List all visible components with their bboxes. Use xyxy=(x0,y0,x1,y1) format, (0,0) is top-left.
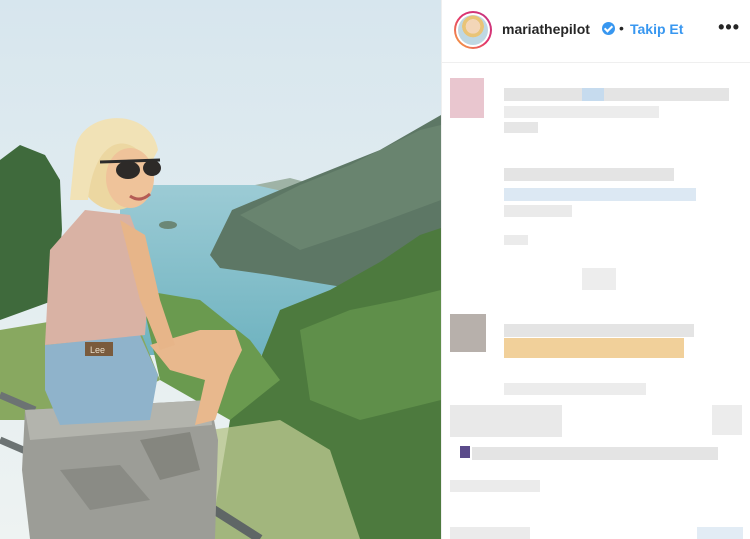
photo-illustration: Lee xyxy=(0,0,441,539)
follow-button[interactable]: Takip Et xyxy=(630,21,683,37)
comment-text-blur xyxy=(504,338,684,358)
lee-label: Lee xyxy=(90,345,105,355)
comment-avatar xyxy=(460,446,470,458)
comment-text-blur xyxy=(504,383,646,395)
comment-text-blur xyxy=(504,324,694,337)
comment-text-blur xyxy=(504,168,674,181)
comment-text-blur xyxy=(472,447,718,460)
post-sidebar: mariathepilot • Takip Et ••• xyxy=(441,0,750,539)
post-header: mariathepilot • Takip Et ••• xyxy=(442,0,750,63)
comment-text-blur xyxy=(504,122,538,133)
comment-text-blur xyxy=(504,205,572,217)
verified-badge-icon xyxy=(602,22,615,35)
comment-text-blur xyxy=(450,480,540,492)
comment-text-blur xyxy=(450,527,530,539)
comment-avatar xyxy=(450,314,486,352)
comment-text-blur xyxy=(582,88,604,101)
comment-text-blur xyxy=(712,405,742,435)
instagram-post: Lee mariathepilot • Takip Et ••• xyxy=(0,0,750,539)
comment-avatar xyxy=(450,78,484,118)
load-more-blur xyxy=(582,268,616,290)
header-separator: • xyxy=(619,20,624,36)
post-photo[interactable]: Lee xyxy=(0,0,441,539)
avatar-ring-inner xyxy=(456,13,490,47)
comment-text-blur xyxy=(450,405,562,437)
comment-text-blur xyxy=(504,88,729,101)
comment-text-blur xyxy=(504,235,528,245)
comment-text-blur xyxy=(504,106,659,118)
username-link[interactable]: mariathepilot xyxy=(502,21,590,37)
comment-text-blur xyxy=(504,188,696,201)
more-options-icon[interactable]: ••• xyxy=(718,17,740,38)
avatar[interactable] xyxy=(454,11,492,49)
comment-text-blur xyxy=(697,527,743,539)
avatar-image xyxy=(458,15,488,45)
